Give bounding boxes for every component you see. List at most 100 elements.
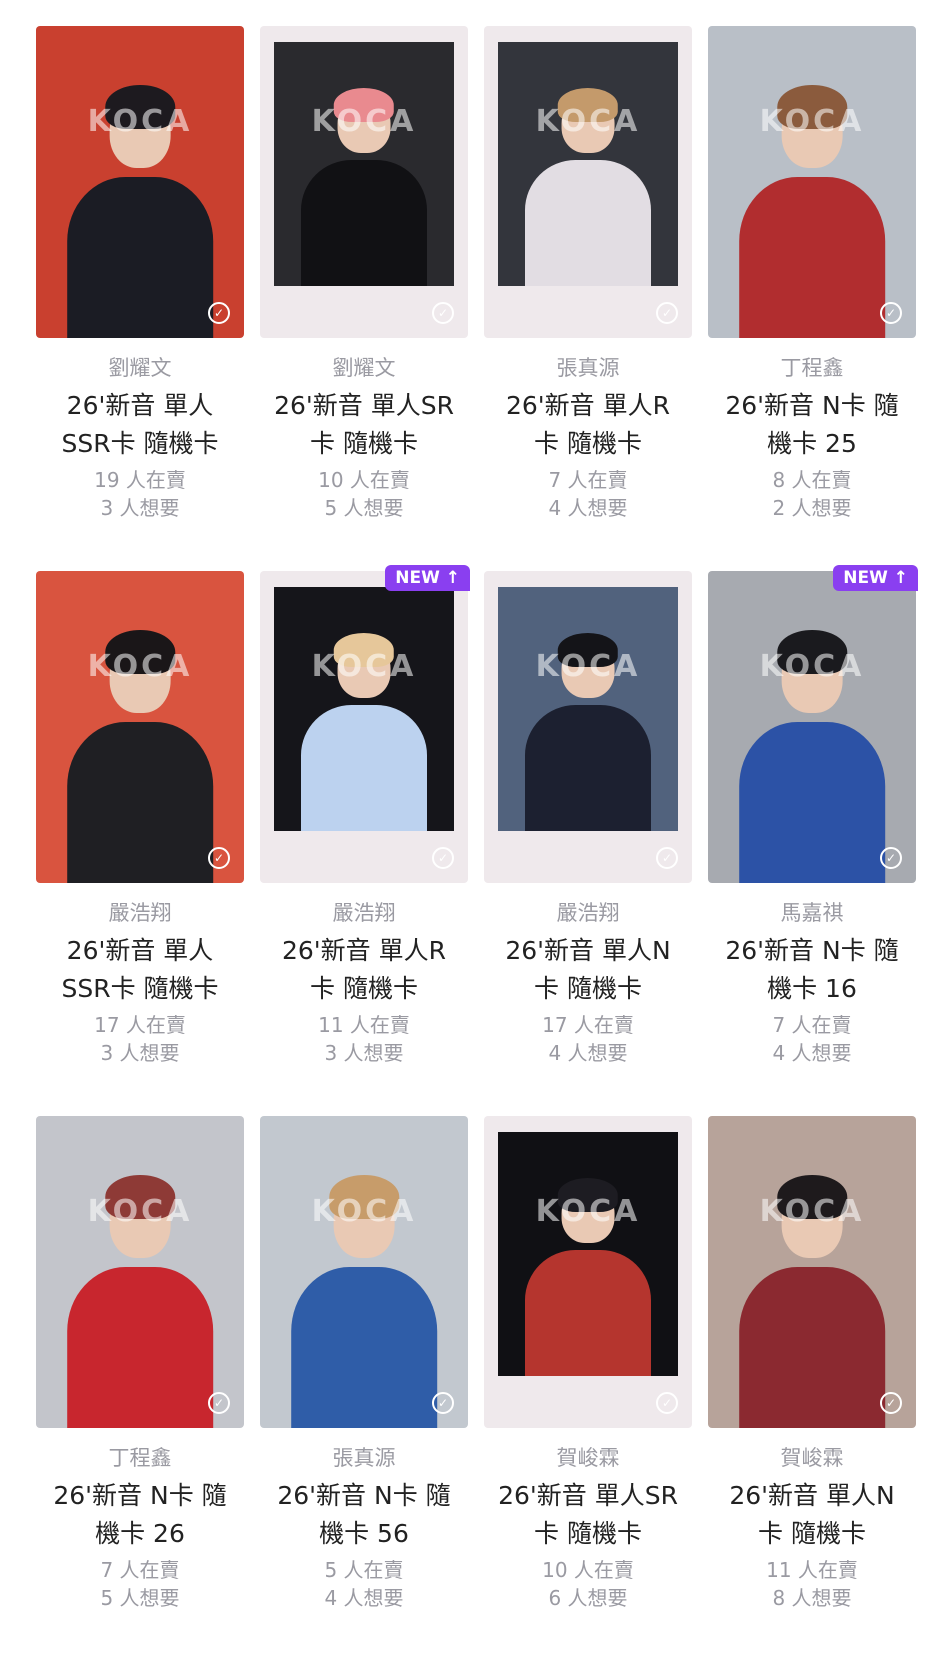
wanting-count: 4 人想要 <box>324 1586 404 1610</box>
wanting-count: 6 人想要 <box>548 1586 628 1610</box>
photocard-listing[interactable]: KOCA ✓ 嚴浩翔 26'新音 單人 SSR卡 隨機卡 17 人在賣 3 人想要 <box>28 569 252 1114</box>
member-name: 賀峻霖 <box>556 1446 620 1470</box>
listing-stats: 10 人在賣 5 人想要 <box>252 466 476 522</box>
check-circle-icon[interactable]: ✓ <box>656 1392 678 1414</box>
koca-watermark: KOCA <box>311 1194 417 1229</box>
koca-watermark: KOCA <box>535 649 641 684</box>
selling-count: 8 人在賣 <box>772 468 852 492</box>
photocard-image[interactable]: KOCA ✓ <box>260 571 468 883</box>
koca-watermark: KOCA <box>311 649 417 684</box>
photocard-image[interactable]: KOCA ✓ <box>260 26 468 338</box>
check-circle-icon[interactable]: ✓ <box>208 302 230 324</box>
figure-body <box>67 177 213 338</box>
card-title: 26'新音 單人R 卡 隨機卡 <box>478 387 698 463</box>
photocard-listing[interactable]: KOCA ✓ 張真源 26'新音 單人R 卡 隨機卡 7 人在賣 4 人想要 <box>476 24 700 569</box>
card-title: 26'新音 單人SR 卡 隨機卡 <box>254 387 474 463</box>
member-name: 張真源 <box>556 356 620 380</box>
selling-count: 10 人在賣 <box>318 468 410 492</box>
card-title-line-1: 26'新音 單人 <box>66 936 214 965</box>
wanting-count: 4 人想要 <box>548 1041 628 1065</box>
check-circle-icon[interactable]: ✓ <box>432 302 454 324</box>
listing-stats: 17 人在賣 3 人想要 <box>28 1011 252 1067</box>
listing-stats: 11 人在賣 3 人想要 <box>252 1011 476 1067</box>
card-title: 26'新音 單人 SSR卡 隨機卡 <box>30 932 250 1008</box>
photocard-image[interactable]: KOCA ✓ <box>484 571 692 883</box>
photocard-listing[interactable]: KOCA ✓ 丁程鑫 26'新音 N卡 隨機卡 25 8 人在賣 2 人想要 <box>700 24 924 569</box>
photocard-listing[interactable]: KOCA ✓ 張真源 26'新音 N卡 隨機卡 56 5 人在賣 4 人想要 <box>252 1114 476 1659</box>
card-title-line-2: 機卡 25 <box>767 429 857 458</box>
photocard-listing[interactable]: KOCA ✓ 賀峻霖 26'新音 單人SR 卡 隨機卡 10 人在賣 6 人想要 <box>476 1114 700 1659</box>
listing-stats: 19 人在賣 3 人想要 <box>28 466 252 522</box>
figure-body <box>739 177 885 338</box>
figure-body <box>301 160 427 286</box>
listing-stats: 17 人在賣 4 人想要 <box>476 1011 700 1067</box>
wanting-count: 3 人想要 <box>100 1041 180 1065</box>
photo-print <box>274 587 454 831</box>
member-name: 劉耀文 <box>332 356 396 380</box>
photocard-image[interactable]: KOCA ✓ <box>260 1116 468 1428</box>
member-name: 丁程鑫 <box>108 1446 172 1470</box>
photocard-image[interactable]: KOCA ✓ <box>36 1116 244 1428</box>
card-title: 26'新音 N卡 隨機卡 16 <box>702 932 922 1008</box>
member-name: 劉耀文 <box>108 356 172 380</box>
photocard-listing[interactable]: KOCA ✓ NEW ↑ 嚴浩翔 26'新音 單人R 卡 隨機卡 11 人在賣 3 人想要 <box>252 565 476 1114</box>
figure-body <box>291 1267 437 1428</box>
listing-stats: 10 人在賣 6 人想要 <box>476 1556 700 1612</box>
koca-watermark: KOCA <box>759 1194 865 1229</box>
card-title-line-1: 26'新音 N卡 隨 <box>53 1481 227 1510</box>
photocard-listing[interactable]: KOCA ✓ 劉耀文 26'新音 單人SR 卡 隨機卡 10 人在賣 5 人想要 <box>252 24 476 569</box>
selling-count: 17 人在賣 <box>94 1013 186 1037</box>
photocard-image[interactable]: KOCA ✓ <box>708 26 916 338</box>
photocard-image[interactable]: KOCA ✓ <box>484 26 692 338</box>
listing-stats: 7 人在賣 4 人想要 <box>476 466 700 522</box>
card-title: 26'新音 單人 SSR卡 隨機卡 <box>30 387 250 463</box>
photocard-listing[interactable]: KOCA ✓ NEW ↑ 馬嘉祺 26'新音 N卡 隨機卡 16 7 人在賣 4 人想要 <box>700 565 924 1114</box>
check-circle-icon[interactable]: ✓ <box>880 847 902 869</box>
wanting-count: 4 人想要 <box>772 1041 852 1065</box>
figure-body <box>67 722 213 883</box>
card-title-line-2: 卡 隨機卡 <box>758 1519 866 1548</box>
photocard-listing[interactable]: KOCA ✓ 嚴浩翔 26'新音 單人N 卡 隨機卡 17 人在賣 4 人想要 <box>476 569 700 1114</box>
photo-print <box>498 42 678 286</box>
figure-body <box>301 705 427 831</box>
card-title: 26'新音 單人SR 卡 隨機卡 <box>478 1477 698 1553</box>
wanting-count: 5 人想要 <box>324 496 404 520</box>
check-circle-icon[interactable]: ✓ <box>208 847 230 869</box>
selling-count: 11 人在賣 <box>318 1013 410 1037</box>
check-circle-icon[interactable]: ✓ <box>432 1392 454 1414</box>
photo-print <box>498 1132 678 1376</box>
selling-count: 7 人在賣 <box>772 1013 852 1037</box>
listing-stats: 8 人在賣 2 人想要 <box>700 466 924 522</box>
check-circle-icon[interactable]: ✓ <box>656 302 678 324</box>
check-circle-icon[interactable]: ✓ <box>432 847 454 869</box>
figure-body <box>67 1267 213 1428</box>
photocard-listing[interactable]: KOCA ✓ 劉耀文 26'新音 單人 SSR卡 隨機卡 19 人在賣 3 人想要 <box>28 24 252 569</box>
card-title-line-2: 機卡 16 <box>767 974 857 1003</box>
figure-body <box>739 1267 885 1428</box>
member-name: 馬嘉祺 <box>780 901 844 925</box>
koca-watermark: KOCA <box>87 649 193 684</box>
check-circle-icon[interactable]: ✓ <box>880 302 902 324</box>
photocard-grid: KOCA ✓ 劉耀文 26'新音 單人 SSR卡 隨機卡 19 人在賣 3 人想要 KOCA ✓… <box>28 24 928 1659</box>
photocard-image[interactable]: KOCA ✓ <box>36 571 244 883</box>
photocard-image[interactable]: KOCA ✓ <box>484 1116 692 1428</box>
wanting-count: 3 人想要 <box>100 496 180 520</box>
card-title-line-2: 卡 隨機卡 <box>534 429 642 458</box>
photocard-image[interactable]: KOCA ✓ <box>708 571 916 883</box>
check-circle-icon[interactable]: ✓ <box>656 847 678 869</box>
koca-watermark: KOCA <box>535 1194 641 1229</box>
photocard-listing[interactable]: KOCA ✓ 賀峻霖 26'新音 單人N 卡 隨機卡 11 人在賣 8 人想要 <box>700 1114 924 1659</box>
photocard-image[interactable]: KOCA ✓ <box>708 1116 916 1428</box>
photocard-listing[interactable]: KOCA ✓ 丁程鑫 26'新音 N卡 隨機卡 26 7 人在賣 5 人想要 <box>28 1114 252 1659</box>
figure-body <box>525 705 651 831</box>
card-title-line-1: 26'新音 單人N <box>505 936 671 965</box>
member-name: 賀峻霖 <box>780 1446 844 1470</box>
check-circle-icon[interactable]: ✓ <box>208 1392 230 1414</box>
member-name: 張真源 <box>332 1446 396 1470</box>
card-title-line-2: SSR卡 隨機卡 <box>61 974 219 1003</box>
card-title-line-1: 26'新音 單人N <box>729 1481 895 1510</box>
koca-watermark: KOCA <box>759 104 865 139</box>
check-circle-icon[interactable]: ✓ <box>880 1392 902 1414</box>
card-title-line-1: 26'新音 單人R <box>281 936 446 965</box>
photocard-image[interactable]: KOCA ✓ <box>36 26 244 338</box>
